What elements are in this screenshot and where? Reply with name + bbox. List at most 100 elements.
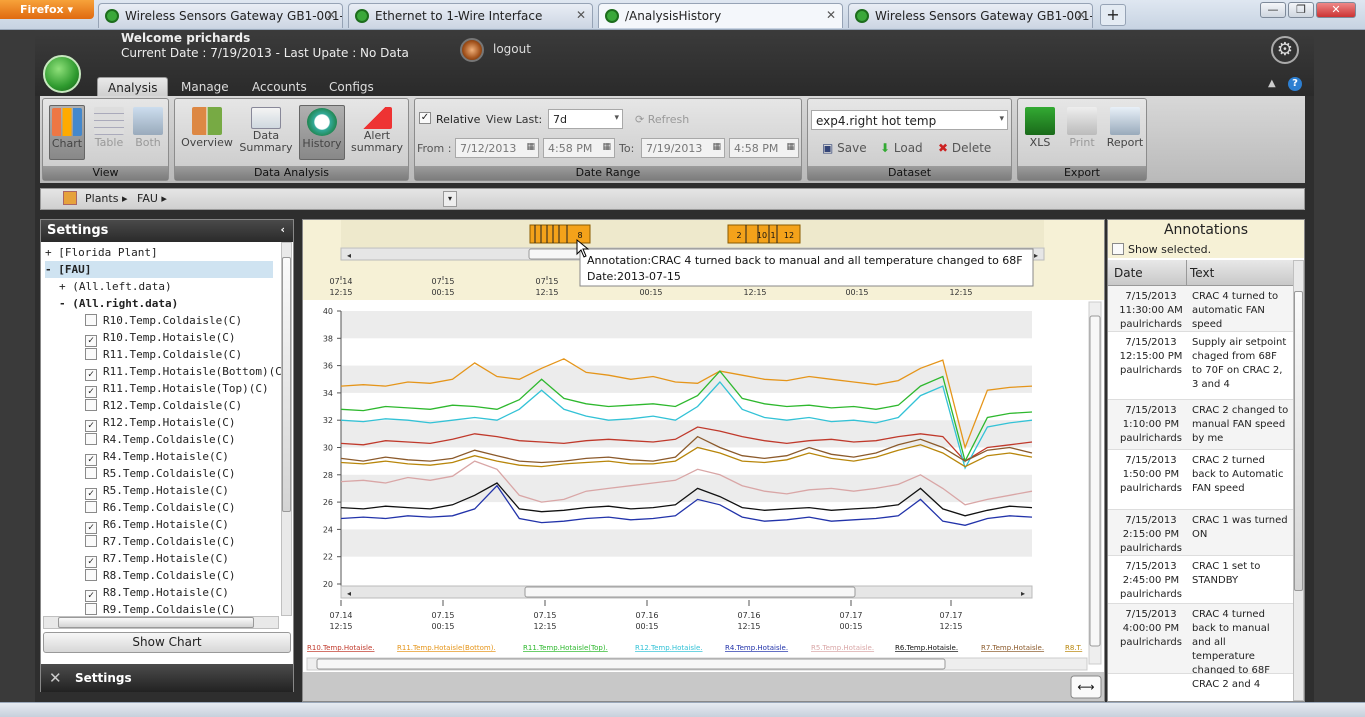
chart-view-button[interactable]: Chart bbox=[49, 105, 85, 160]
legend-entry[interactable]: R8.T. bbox=[1065, 644, 1082, 652]
delete-button[interactable]: ✖ Delete bbox=[938, 141, 991, 155]
show-selected-checkbox[interactable] bbox=[1112, 243, 1124, 255]
scrollbar-thumb[interactable] bbox=[1294, 291, 1303, 591]
scrollbar-thumb[interactable] bbox=[282, 257, 291, 512]
annotation-row[interactable]: 7/15/2013 11:30:00 AM paulrichards CRAC 4 t… bbox=[1108, 286, 1293, 332]
tree-node[interactable]: + (All.left.data) bbox=[59, 278, 172, 295]
legend-entry[interactable]: R7.Temp.Hotaisle. bbox=[981, 644, 1044, 652]
sensor-item[interactable]: ✓ R7.Temp.Hotaisle(C) bbox=[85, 550, 229, 568]
power-icon[interactable] bbox=[460, 38, 484, 62]
legend-entry[interactable]: R11.Temp.Hotaisle(Top). bbox=[523, 644, 608, 652]
scrollbar-thumb[interactable] bbox=[316, 658, 946, 670]
sensor-item[interactable]: ✓ R4.Temp.Hotaisle(C) bbox=[85, 448, 229, 466]
breadcrumb-dropdown-icon[interactable]: ▾ bbox=[443, 191, 457, 207]
sensor-checkbox[interactable] bbox=[85, 501, 97, 513]
sensor-checkbox[interactable] bbox=[85, 603, 97, 615]
browser-tab-active[interactable]: /AnalysisHistory ✕ bbox=[598, 3, 843, 28]
annotation-row[interactable]: CRAC 2 and 4 bbox=[1108, 674, 1293, 701]
sensor-item[interactable]: R8.Temp.Coldaisle(C) bbox=[85, 567, 235, 584]
clock-icon[interactable]: ▦ bbox=[602, 142, 611, 152]
annotation-row[interactable]: 7/15/2013 1:10:00 PM paulrichards CRAC 2 ch… bbox=[1108, 400, 1293, 450]
sensor-item[interactable]: ✓ R11.Temp.Hotaisle(Bottom)(C) bbox=[85, 363, 281, 381]
sensor-checkbox[interactable] bbox=[85, 535, 97, 547]
annotation-row[interactable]: 7/15/2013 2:45:00 PM paulrichards CRAC 1 se… bbox=[1108, 556, 1293, 604]
table-view-button[interactable]: Table bbox=[91, 105, 127, 160]
legend-entry[interactable]: R4.Temp.Hotaisle. bbox=[725, 644, 788, 652]
collapse-panel-icon[interactable]: ‹ bbox=[280, 223, 285, 236]
view-last-select[interactable]: 7d ▾ bbox=[548, 109, 623, 129]
sensor-checkbox[interactable] bbox=[85, 467, 97, 479]
print-button[interactable]: Print bbox=[1062, 105, 1102, 160]
sensor-item[interactable]: R11.Temp.Coldaisle(C) bbox=[85, 346, 242, 363]
scrollbar-thumb[interactable] bbox=[1089, 315, 1101, 647]
annotation-row[interactable]: 7/15/2013 1:50:00 PM paulrichards CRAC 2 tu… bbox=[1108, 450, 1293, 510]
settings-footer-button[interactable]: ✕ Settings bbox=[41, 664, 293, 692]
tab-manage[interactable]: Manage bbox=[171, 77, 239, 96]
tab-analysis[interactable]: Analysis bbox=[97, 77, 169, 96]
legend-entry[interactable]: R10.Temp.Hotaisle. bbox=[307, 644, 375, 652]
both-view-button[interactable]: Both bbox=[131, 105, 165, 160]
clock-icon[interactable]: ▦ bbox=[786, 142, 795, 152]
tab-configs[interactable]: Configs bbox=[319, 77, 384, 96]
sensor-checkbox[interactable] bbox=[85, 348, 97, 360]
help-icon[interactable]: ? bbox=[1288, 77, 1302, 91]
logout-link[interactable]: logout bbox=[493, 42, 531, 56]
sensor-item[interactable]: ✓ R10.Temp.Hotaisle(C) bbox=[85, 329, 235, 347]
sensor-item[interactable]: ✓ R8.Temp.Hotaisle(C) bbox=[85, 584, 229, 602]
browser-tab[interactable]: Wireless Sensors Gateway GB1-001-20...✕ bbox=[848, 3, 1093, 28]
annotation-row[interactable]: 7/15/2013 2:15:00 PM paulrichards CRAC 1 wa… bbox=[1108, 510, 1293, 556]
sensor-item[interactable]: ✓ R6.Temp.Hotaisle(C) bbox=[85, 516, 229, 534]
tree-node[interactable]: + [Florida Plant] bbox=[45, 244, 158, 261]
to-date-input[interactable]: 7/19/2013 ▦ bbox=[641, 138, 725, 158]
new-tab-button[interactable]: + bbox=[1100, 4, 1126, 26]
maximize-button[interactable]: ❐ bbox=[1288, 2, 1314, 18]
scrollbar-thumb[interactable] bbox=[58, 617, 254, 628]
firefox-menu-button[interactable]: Firefox ▾ bbox=[0, 0, 94, 19]
annotations-vertical-scrollbar[interactable] bbox=[1293, 260, 1304, 701]
breadcrumb-item-plants[interactable]: Plants ▸ bbox=[85, 192, 127, 205]
gear-icon[interactable]: ⚙ bbox=[1271, 36, 1299, 64]
sensor-item[interactable]: R9.Temp.Coldaisle(C) bbox=[85, 601, 235, 616]
sensor-checkbox[interactable] bbox=[85, 569, 97, 581]
history-button[interactable]: History bbox=[299, 105, 345, 160]
from-time-input[interactable]: 4:58 PM ▦ bbox=[543, 138, 615, 158]
sensor-item[interactable]: R6.Temp.Coldaisle(C) bbox=[85, 499, 235, 516]
sensor-item[interactable]: R12.Temp.Coldaisle(C) bbox=[85, 397, 242, 414]
close-tab-icon[interactable]: ✕ bbox=[326, 8, 336, 22]
column-header-date[interactable]: Date bbox=[1114, 266, 1143, 280]
xls-button[interactable]: XLS bbox=[1020, 105, 1060, 160]
sensor-checkbox[interactable] bbox=[85, 399, 97, 411]
collapse-ribbon-icon[interactable]: ▲ bbox=[1268, 78, 1276, 89]
tab-accounts[interactable]: Accounts bbox=[242, 77, 317, 96]
refresh-button[interactable]: ⟳ Refresh bbox=[635, 113, 689, 126]
data-summary-button[interactable]: Data Summary bbox=[237, 105, 295, 160]
load-button[interactable]: ⬇ Load bbox=[880, 141, 923, 155]
close-tab-icon[interactable]: ✕ bbox=[576, 8, 586, 22]
legend-entry[interactable]: R11.Temp.Hotaisle(Bottom). bbox=[397, 644, 496, 652]
legend-entry[interactable]: R6.Temp.Hotaisle. bbox=[895, 644, 958, 652]
tree-node[interactable]: - (All.right.data) bbox=[59, 295, 178, 312]
report-button[interactable]: Report bbox=[1104, 105, 1146, 160]
sensor-item[interactable]: R10.Temp.Coldaisle(C) bbox=[85, 312, 242, 329]
close-tab-icon[interactable]: ✕ bbox=[826, 8, 836, 22]
calendar-icon[interactable]: ▦ bbox=[526, 142, 535, 152]
sensor-checkbox[interactable] bbox=[85, 314, 97, 326]
sensor-item[interactable]: R5.Temp.Coldaisle(C) bbox=[85, 465, 235, 482]
save-button[interactable]: ▣ Save bbox=[822, 141, 867, 155]
legend-entry[interactable]: R12.Temp.Hotaisle. bbox=[635, 644, 703, 652]
close-tab-icon[interactable]: ✕ bbox=[1076, 8, 1086, 22]
annotation-row[interactable]: 7/15/2013 4:00:00 PM paulrichards CRAC 4 tu… bbox=[1108, 604, 1293, 676]
dataset-select[interactable]: exp4.right hot temp ▾ bbox=[811, 110, 1008, 130]
show-chart-button[interactable]: Show Chart bbox=[43, 632, 291, 653]
legend-entry[interactable]: R5.Temp.Hotaisle. bbox=[811, 644, 874, 652]
sensor-item[interactable]: R4.Temp.Coldaisle(C) bbox=[85, 431, 235, 448]
from-date-input[interactable]: 7/12/2013 ▦ bbox=[455, 138, 539, 158]
breadcrumb-item-fau[interactable]: FAU ▸ bbox=[137, 192, 167, 205]
overview-button[interactable]: Overview bbox=[179, 105, 235, 160]
history-chart[interactable]: 8 2 10 1 12 ◂ ▸ 07.14 12:15 07.15 00:15 07.15 12:15 0… bbox=[303, 220, 1104, 701]
sensor-item[interactable]: ✓ R11.Temp.Hotaisle(Top)(C) bbox=[85, 380, 269, 398]
tree-vertical-scrollbar[interactable] bbox=[281, 242, 292, 616]
minimize-button[interactable]: — bbox=[1260, 2, 1286, 18]
browser-tab[interactable]: Ethernet to 1-Wire Interface ✕ bbox=[348, 3, 593, 28]
sensor-checkbox[interactable] bbox=[85, 433, 97, 445]
